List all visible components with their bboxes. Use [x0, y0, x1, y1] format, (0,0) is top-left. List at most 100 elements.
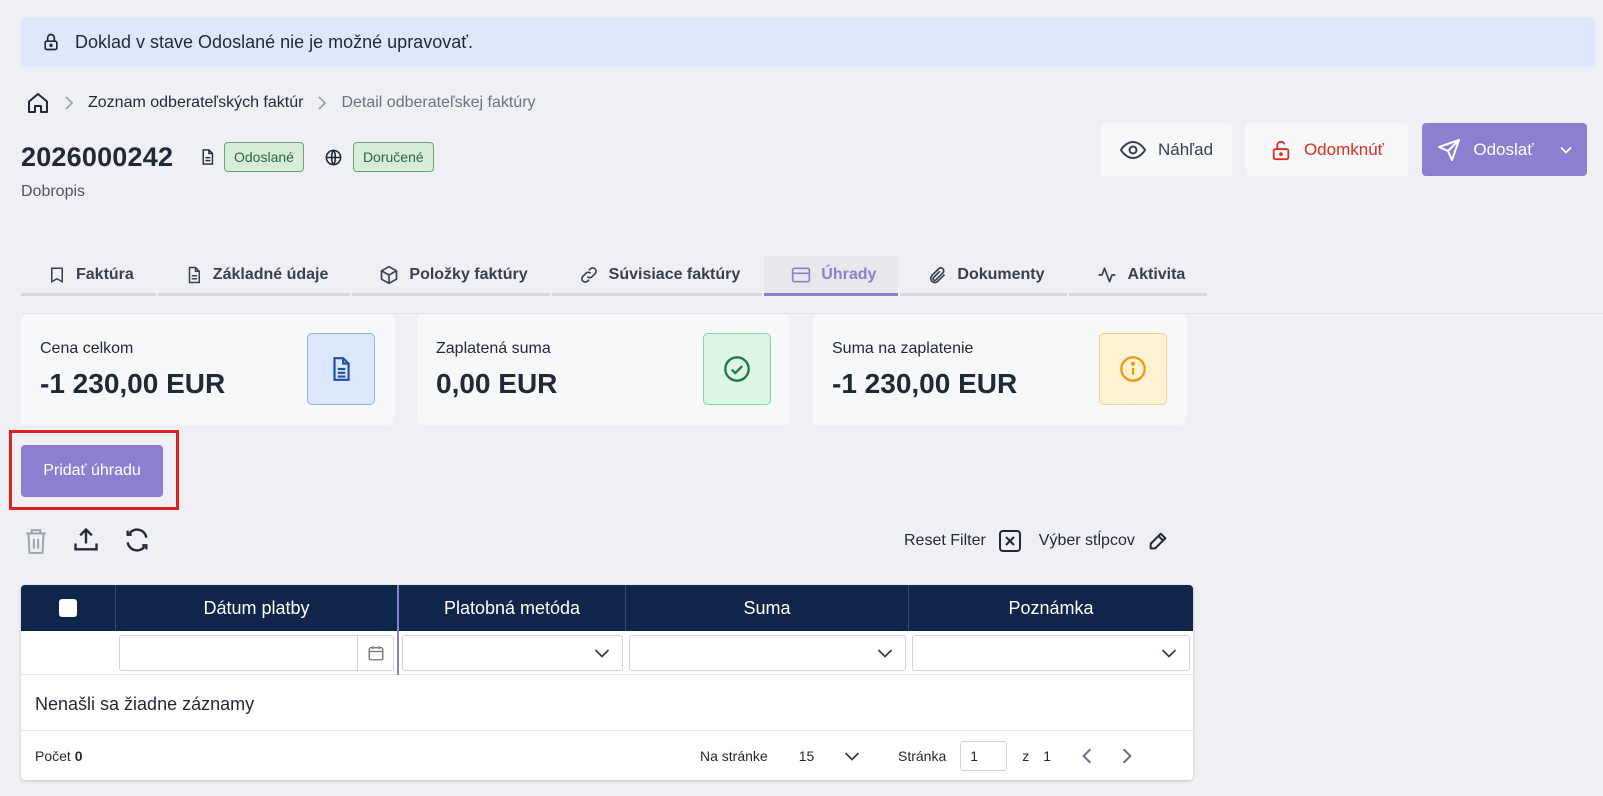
tab-label: Súvisiace faktúry — [608, 265, 741, 283]
breadcrumb-invoice-list[interactable]: Zoznam odberateľských faktúr — [88, 94, 303, 112]
payment-date-filter-input[interactable] — [119, 635, 394, 671]
note-filter-select[interactable] — [912, 635, 1190, 671]
chevron-down-icon[interactable] — [1559, 146, 1572, 154]
card-label: Zaplatená suma — [436, 340, 551, 357]
trash-icon[interactable] — [23, 526, 49, 556]
send-button[interactable]: Odoslať — [1422, 123, 1587, 176]
box-icon — [379, 265, 399, 285]
record-count: Počet 0 — [35, 748, 83, 764]
receipt-icon — [48, 265, 66, 285]
payments-grid: Dátum platby Platobná metóda Suma Poznám… — [21, 585, 1193, 780]
filter-cell — [626, 631, 909, 675]
status-badge: Odoslané — [224, 142, 304, 172]
document-icon — [307, 333, 375, 405]
chevron-right-icon — [317, 95, 327, 111]
card-value: -1 230,00 EUR — [40, 368, 226, 399]
column-header-note[interactable]: Poznámka — [909, 585, 1193, 631]
reset-filter-button[interactable]: Reset Filter — [904, 532, 986, 550]
unlock-label: Odomknúť — [1303, 139, 1385, 159]
tab-related-invoices[interactable]: Súvisiace faktúry — [551, 256, 763, 296]
page-size-select[interactable]: 15 — [799, 748, 815, 764]
column-header-payment-date[interactable]: Dátum platby — [116, 585, 399, 631]
per-page-label: Na stránke — [700, 748, 768, 764]
document-icon — [185, 265, 203, 285]
paperclip-icon — [927, 265, 947, 285]
delivery-badge: Doručené — [352, 142, 434, 172]
tab-invoice[interactable]: Faktúra — [21, 256, 156, 296]
preview-button[interactable]: Náhľad — [1101, 123, 1232, 176]
filter-cell — [909, 631, 1193, 675]
send-label: Odoslať — [1473, 139, 1534, 159]
grid-footer: Počet 0 Na stránke 15 Stránka 1 z 1 — [21, 730, 1193, 780]
column-select-button[interactable]: Výber stĺpcov — [1039, 532, 1135, 550]
send-icon — [1437, 138, 1461, 162]
globe-icon — [324, 148, 343, 167]
amount-filter-select[interactable] — [629, 635, 906, 671]
document-status: Odoslané Doručené — [199, 142, 434, 172]
tab-label: Položky faktúry — [409, 265, 528, 283]
tab-activity[interactable]: Aktivita — [1068, 256, 1208, 296]
upload-icon[interactable] — [72, 526, 100, 556]
info-banner: Doklad v stave Odoslané nie je možné upr… — [21, 17, 1595, 67]
tab-label: Základné údaje — [212, 265, 329, 283]
column-header-payment-method[interactable]: Platobná metóda — [399, 585, 626, 631]
breadcrumb: Zoznam odberateľských faktúr Detail odbe… — [26, 89, 536, 117]
grid-toolbar — [23, 526, 174, 556]
page-number-input[interactable]: 1 — [960, 741, 1008, 771]
chevron-right-icon[interactable] — [1121, 747, 1133, 765]
amount-due-card: Suma na zaplatenie -1 230,00 EUR — [813, 314, 1186, 425]
chevron-down-icon — [594, 647, 610, 659]
pager: Stránka 1 z 1 — [898, 741, 1133, 771]
preview-label: Náhľad — [1157, 139, 1214, 159]
chevron-down-icon — [1161, 647, 1177, 659]
chevron-down-icon[interactable] — [844, 750, 860, 762]
pencil-icon[interactable] — [1147, 530, 1169, 552]
card-value: -1 230,00 EUR — [832, 368, 1018, 399]
home-icon[interactable] — [26, 90, 50, 116]
filter-empty-cell — [21, 631, 116, 675]
document-type: Dobropis — [21, 183, 86, 200]
page-title: 2026000242 — [21, 142, 174, 172]
card-label: Suma na zaplatenie — [832, 340, 974, 357]
chevron-right-icon — [64, 95, 74, 111]
count-label: Počet — [35, 748, 71, 764]
filter-row — [21, 631, 1193, 675]
add-payment-button[interactable]: Pridať úhradu — [21, 445, 163, 497]
total-price-card: Cena celkom -1 230,00 EUR — [21, 314, 394, 425]
count-value: 0 — [74, 748, 83, 764]
paid-amount-card: Zaplatená suma 0,00 EUR — [417, 314, 790, 425]
eye-icon — [1119, 140, 1146, 160]
payment-method-filter-select[interactable] — [402, 635, 623, 671]
tab-label: Faktúra — [76, 265, 134, 283]
refresh-icon[interactable] — [123, 526, 151, 556]
header-actions: Náhľad Odomknúť Odoslať — [1101, 123, 1587, 176]
breadcrumb-invoice-detail: Detail odberateľskej faktúry — [341, 94, 536, 111]
tab-label: Dokumenty — [957, 265, 1045, 283]
select-all-checkbox[interactable] — [59, 599, 77, 617]
filter-cell — [399, 631, 626, 675]
calendar-icon[interactable] — [357, 636, 393, 670]
filter-cell — [116, 631, 399, 675]
unlock-button[interactable]: Odomknúť — [1246, 123, 1408, 176]
unlock-icon — [1270, 138, 1292, 162]
select-all-cell — [21, 585, 116, 631]
banner-text: Doklad v stave Odoslané nie je možné upr… — [75, 31, 473, 52]
tab-label: Úhrady — [821, 265, 877, 283]
page-label: Stránka — [898, 748, 947, 764]
chevron-left-icon[interactable] — [1081, 747, 1093, 765]
page-size: Na stránke 15 — [700, 748, 860, 764]
tab-basic-data[interactable]: Základné údaje — [157, 256, 351, 296]
check-circle-icon — [703, 333, 771, 405]
card-label: Cena celkom — [40, 340, 134, 357]
empty-message: Nenašli sa žiadne záznamy — [35, 694, 255, 714]
tab-invoice-items[interactable]: Položky faktúry — [352, 256, 550, 296]
tab-label: Aktivita — [1127, 265, 1186, 283]
card-value: 0,00 EUR — [436, 368, 558, 399]
column-header-amount[interactable]: Suma — [626, 585, 909, 631]
tab-payments[interactable]: Úhrady — [764, 256, 899, 296]
tab-documents[interactable]: Dokumenty — [900, 256, 1067, 296]
lock-icon — [41, 32, 61, 52]
tab-bar: Faktúra Základné údaje Položky faktúry S… — [21, 256, 1209, 296]
close-square-icon[interactable] — [998, 529, 1022, 553]
chevron-down-icon — [877, 647, 893, 659]
